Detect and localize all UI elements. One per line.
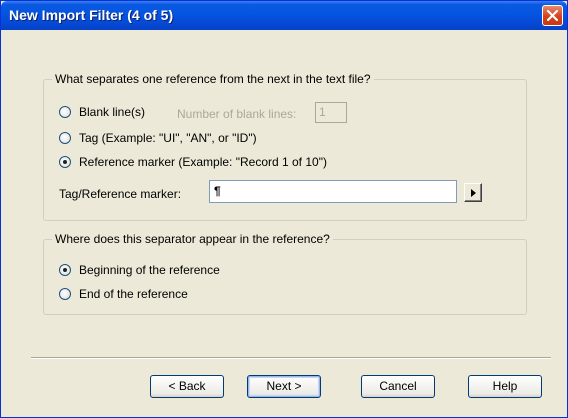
next-button[interactable]: Next >	[247, 375, 321, 398]
position-group-legend: Where does this separator appear in the …	[52, 232, 333, 246]
radio-beginning[interactable]: Beginning of the reference	[59, 263, 220, 277]
radio-tag-indicator[interactable]	[59, 132, 71, 144]
close-button[interactable]	[542, 5, 563, 26]
radio-beginning-label: Beginning of the reference	[79, 263, 220, 277]
radio-end-label: End of the reference	[79, 287, 188, 301]
window-title: New Import Filter (4 of 5)	[9, 7, 174, 23]
radio-beginning-indicator[interactable]	[59, 264, 71, 276]
marker-field-label: Tag/Reference marker:	[59, 187, 182, 201]
radio-tag[interactable]: Tag (Example: "UI", "AN", or "ID")	[59, 131, 257, 145]
button-separator	[31, 357, 551, 359]
help-button[interactable]: Help	[468, 375, 542, 398]
radio-blank-lines-indicator[interactable]	[59, 106, 71, 118]
blank-lines-count-label: Number of blank lines:	[177, 107, 297, 121]
import-filter-dialog: New Import Filter (4 of 5) What separate…	[0, 0, 568, 418]
position-group: Where does this separator appear in the …	[43, 232, 527, 315]
radio-reference-marker-indicator[interactable]	[59, 156, 71, 168]
close-icon	[546, 9, 559, 22]
radio-end-indicator[interactable]	[59, 288, 71, 300]
radio-tag-label: Tag (Example: "UI", "AN", or "ID")	[79, 131, 257, 145]
radio-blank-lines[interactable]: Blank line(s)	[59, 105, 145, 119]
separator-group-legend: What separates one reference from the ne…	[52, 72, 374, 86]
blank-lines-count-input: 1	[315, 102, 347, 123]
radio-reference-marker-label: Reference marker (Example: "Record 1 of …	[79, 155, 327, 169]
marker-input[interactable]: ¶	[209, 180, 457, 203]
arrow-right-icon	[471, 189, 476, 197]
radio-reference-marker[interactable]: Reference marker (Example: "Record 1 of …	[59, 155, 327, 169]
radio-blank-lines-label: Blank line(s)	[79, 105, 146, 119]
radio-end[interactable]: End of the reference	[59, 287, 188, 301]
marker-insert-button[interactable]	[464, 183, 482, 202]
cancel-button[interactable]: Cancel	[361, 375, 435, 398]
title-bar: New Import Filter (4 of 5)	[1, 1, 567, 30]
back-button[interactable]: < Back	[150, 375, 224, 398]
